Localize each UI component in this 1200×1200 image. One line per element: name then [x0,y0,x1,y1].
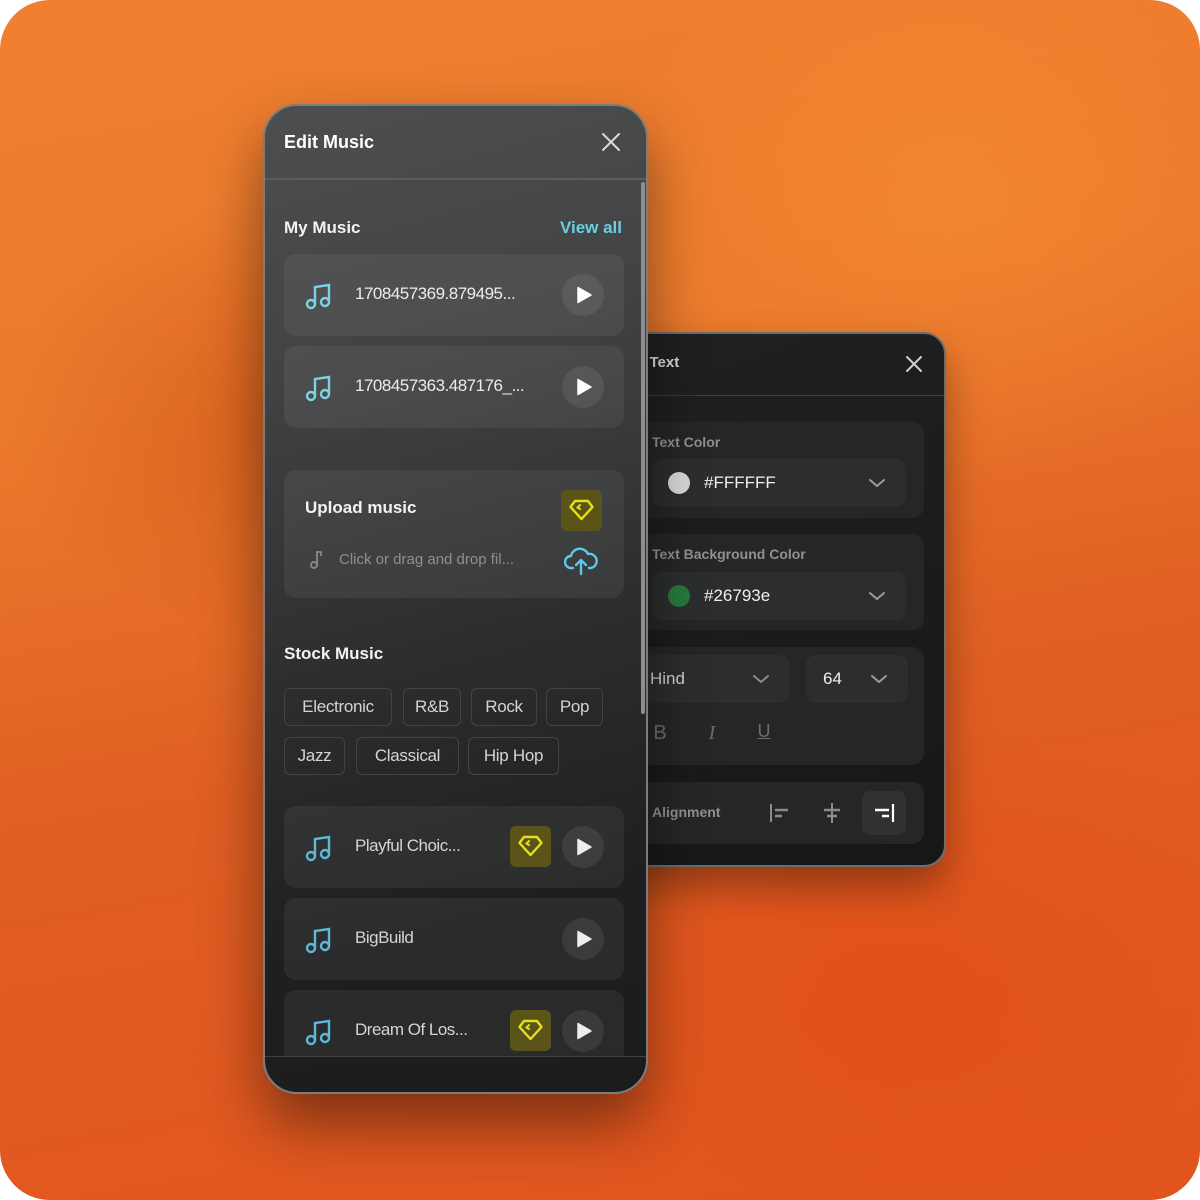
premium-badge[interactable] [510,826,551,867]
edit-music-panel: Edit Music My Music View all 1708457369.… [263,104,648,1094]
stock-track[interactable]: BigBuild [284,898,624,980]
stock-music-title: Stock Music [284,644,384,663]
stock-track[interactable]: Playful Choic... [284,806,624,888]
align-center-button[interactable] [810,791,854,835]
close-icon[interactable] [904,354,924,374]
upload-hint: Click or drag and drop fil... [339,551,515,568]
text-color-swatch [668,472,690,494]
text-color-select[interactable]: #FFFFFF [652,459,906,507]
alignment-label: Alignment [652,804,721,820]
bold-button[interactable]: B [646,719,674,747]
diamond-icon [518,1019,543,1041]
chevron-down-icon [871,675,887,683]
underline-button[interactable]: U [750,717,778,745]
genre-chip-classical[interactable]: Classical [356,737,459,775]
track-name: 1708457363.487176_... [355,376,525,395]
chevron-down-icon [753,675,769,683]
background-canvas: lit Text Text Color #FFFFFF Text Backgro… [0,0,1200,1200]
music-note-icon [305,1019,331,1046]
music-note-small-icon [310,551,322,569]
font-family-select[interactable]: Hind [632,655,790,703]
text-bg-color-value: #26793e [704,586,771,605]
edit-music-header: Edit Music [265,106,646,180]
music-scroll-area[interactable]: My Music View all 1708457369.879495... 1… [265,182,646,1056]
font-size-value: 64 [823,669,842,688]
text-color-card: Text Color #FFFFFF [632,422,924,518]
text-bg-color-label: Text Background Color [652,546,806,562]
my-music-title: My Music [284,218,361,237]
font-size-select[interactable]: 64 [806,655,908,703]
play-button[interactable] [562,274,604,316]
text-bg-color-swatch [668,585,690,607]
premium-badge[interactable] [561,490,602,531]
edit-music-title: Edit Music [284,132,375,152]
play-icon [577,1022,592,1040]
genre-chip-hip-hop[interactable]: Hip Hop [468,737,559,775]
font-family-value: Hind [650,669,685,688]
play-icon [577,838,592,856]
alignment-card: Alignment [632,782,924,844]
track-name: BigBuild [355,928,414,947]
stock-track[interactable]: Dream Of Los... [284,990,624,1056]
text-bg-color-card: Text Background Color #26793e [632,534,924,630]
align-right-icon [875,804,895,822]
align-left-button[interactable] [758,791,802,835]
premium-badge[interactable] [510,1010,551,1051]
upload-music-card[interactable]: Upload music Click or drag and drop fil.… [284,470,624,598]
play-icon [577,286,592,304]
upload-music-title: Upload music [305,498,417,517]
align-center-icon [824,803,840,823]
text-color-label: Text Color [652,434,721,450]
play-icon [577,378,592,396]
text-bg-color-select[interactable]: #26793e [652,572,906,620]
play-button[interactable] [562,918,604,960]
font-card: Hind 64 B I U [632,647,924,765]
chevron-down-icon [869,479,885,487]
music-note-icon [305,283,331,310]
chevron-down-icon [869,592,885,600]
italic-button[interactable]: I [698,719,726,747]
play-button[interactable] [562,1010,604,1052]
genre-chip-pop[interactable]: Pop [546,688,603,726]
cloud-upload-icon[interactable] [564,546,598,576]
genre-chip-jazz[interactable]: Jazz [284,737,345,775]
music-note-icon [305,835,331,862]
genre-chip-rnb[interactable]: R&B [403,688,461,726]
align-left-icon [770,804,788,822]
footer-divider [265,1056,646,1057]
my-music-track[interactable]: 1708457363.487176_... [284,346,624,428]
genre-chip-electronic[interactable]: Electronic [284,688,392,726]
diamond-icon [518,835,543,857]
music-note-icon [305,375,331,402]
play-button[interactable] [562,826,604,868]
genre-chip-rock[interactable]: Rock [471,688,537,726]
diamond-icon [569,499,594,521]
scrollbar-thumb[interactable] [641,182,645,714]
music-note-icon [305,927,331,954]
align-right-button[interactable] [862,791,906,835]
text-color-value: #FFFFFF [704,473,776,492]
play-button[interactable] [562,366,604,408]
track-name: Dream Of Los... [355,1020,468,1039]
play-icon [577,930,592,948]
close-icon[interactable] [600,131,622,153]
track-name: 1708457369.879495... [355,284,516,303]
my-music-track[interactable]: 1708457369.879495... [284,254,624,336]
view-all-link[interactable]: View all [560,218,622,238]
track-name: Playful Choic... [355,836,461,855]
